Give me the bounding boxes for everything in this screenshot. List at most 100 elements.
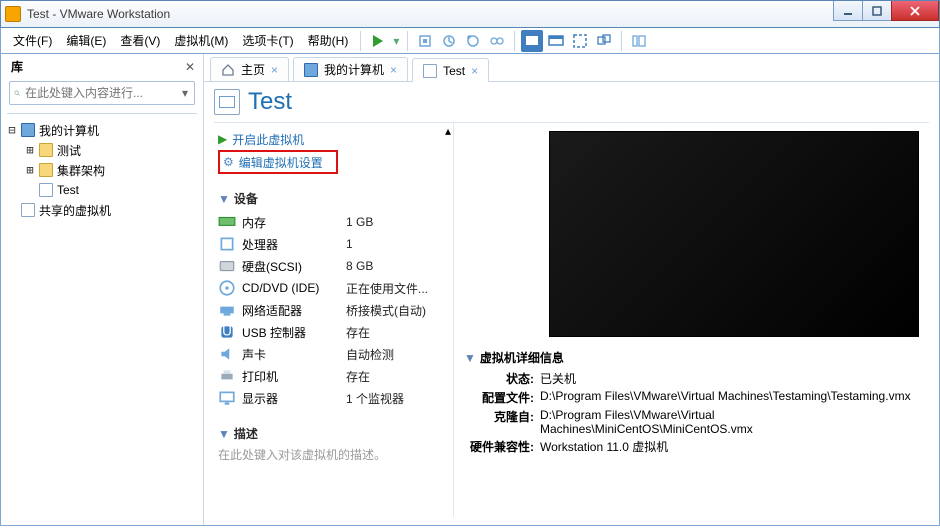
computer-icon bbox=[21, 123, 35, 137]
vm-page-icon bbox=[214, 89, 240, 115]
tab-close-icon[interactable]: × bbox=[471, 64, 478, 78]
detail-config-label: 配置文件: bbox=[464, 389, 534, 406]
printer-icon bbox=[218, 368, 236, 384]
search-icon bbox=[14, 87, 21, 100]
usb-icon: U bbox=[218, 324, 236, 340]
hdd-icon bbox=[218, 258, 236, 274]
detail-clone-label: 克隆自: bbox=[464, 408, 534, 436]
power-menu-caret-icon[interactable]: ▾ bbox=[393, 34, 401, 48]
tree-shared-vms[interactable]: 共享的虚拟机 bbox=[7, 200, 197, 220]
computer-icon bbox=[304, 63, 318, 77]
device-name: 内存 bbox=[242, 214, 346, 231]
quick-switch-icon[interactable] bbox=[545, 30, 567, 52]
tree-folder-cluster[interactable]: ⊞集群架构 bbox=[7, 160, 197, 180]
power-on-button[interactable] bbox=[367, 30, 389, 52]
maximize-button[interactable] bbox=[862, 1, 892, 21]
library-search[interactable]: ▾ bbox=[9, 81, 195, 105]
tab-strip: 主页 × 我的计算机 × Test × bbox=[204, 54, 939, 82]
device-name: 处理器 bbox=[242, 236, 346, 253]
cd-icon bbox=[218, 280, 236, 296]
device-value: 1 GB bbox=[346, 215, 373, 229]
device-row[interactable]: 处理器1 bbox=[218, 233, 447, 255]
device-row[interactable]: 网络适配器桥接模式(自动) bbox=[218, 299, 447, 321]
library-title: 库 bbox=[11, 58, 23, 75]
tab-test[interactable]: Test × bbox=[412, 58, 489, 82]
device-value: 1 bbox=[346, 237, 353, 251]
menu-vm[interactable]: 虚拟机(M) bbox=[168, 29, 234, 52]
device-name: 显示器 bbox=[242, 390, 346, 407]
library-close-button[interactable]: ✕ bbox=[185, 60, 195, 74]
net-icon bbox=[218, 302, 236, 318]
device-row[interactable]: CD/DVD (IDE)正在使用文件... bbox=[218, 277, 447, 299]
device-value: 正在使用文件... bbox=[346, 280, 428, 297]
tree-vm-test[interactable]: Test bbox=[7, 180, 197, 200]
play-icon: ▶ bbox=[218, 132, 227, 146]
scroll-up-icon[interactable]: ▴ bbox=[443, 125, 453, 136]
svg-text:U: U bbox=[222, 323, 232, 338]
device-value: 1 个监视器 bbox=[346, 390, 404, 407]
app-icon bbox=[5, 6, 21, 22]
vm-icon bbox=[423, 64, 437, 78]
folder-icon bbox=[39, 163, 53, 177]
device-name: 网络适配器 bbox=[242, 302, 346, 319]
menubar: 文件(F) 编辑(E) 查看(V) 虚拟机(M) 选项卡(T) 帮助(H) ▾ bbox=[0, 28, 940, 54]
device-value: 存在 bbox=[346, 368, 370, 385]
tab-close-icon[interactable]: × bbox=[390, 63, 397, 77]
collapse-caret-icon: ▼ bbox=[218, 427, 230, 441]
collapse-caret-icon: ▼ bbox=[464, 351, 476, 365]
console-view-icon[interactable] bbox=[521, 30, 543, 52]
power-on-vm-link[interactable]: ▶开启此虚拟机 bbox=[218, 129, 447, 149]
tab-home[interactable]: 主页 × bbox=[210, 57, 289, 81]
collapse-caret-icon: ▼ bbox=[218, 192, 230, 206]
search-dropdown-caret-icon[interactable]: ▾ bbox=[180, 86, 190, 100]
library-toggle-icon[interactable] bbox=[628, 30, 650, 52]
close-button[interactable] bbox=[891, 1, 939, 21]
device-row[interactable]: 显示器1 个监视器 bbox=[218, 387, 447, 409]
detail-config-value: D:\Program Files\VMware\Virtual Machines… bbox=[540, 389, 919, 406]
vm-icon bbox=[39, 183, 53, 197]
detail-hw-value: Workstation 11.0 虚拟机 bbox=[540, 438, 919, 455]
tree-my-computer[interactable]: ⊟我的计算机 bbox=[7, 120, 197, 140]
menu-edit[interactable]: 编辑(E) bbox=[60, 29, 112, 52]
unity-icon[interactable] bbox=[593, 30, 615, 52]
device-value: 8 GB bbox=[346, 259, 373, 273]
device-row[interactable]: 硬盘(SCSI)8 GB bbox=[218, 255, 447, 277]
description-header[interactable]: ▼描述 bbox=[218, 425, 447, 442]
cpu-icon bbox=[218, 236, 236, 252]
device-value: 存在 bbox=[346, 324, 370, 341]
device-row[interactable]: 内存1 GB bbox=[218, 211, 447, 233]
device-name: CD/DVD (IDE) bbox=[242, 281, 346, 295]
tab-close-icon[interactable]: × bbox=[271, 63, 278, 77]
detail-hw-label: 硬件兼容性: bbox=[464, 438, 534, 455]
menu-view[interactable]: 查看(V) bbox=[114, 29, 166, 52]
devices-header[interactable]: ▼设备 bbox=[218, 190, 447, 207]
suspend-icon[interactable] bbox=[414, 30, 436, 52]
library-search-input[interactable] bbox=[25, 86, 180, 100]
device-row[interactable]: U USB 控制器存在 bbox=[218, 321, 447, 343]
sound-icon bbox=[218, 346, 236, 362]
edit-vm-settings-link[interactable]: ⚙编辑虚拟机设置 bbox=[223, 152, 333, 172]
menu-help[interactable]: 帮助(H) bbox=[302, 29, 355, 52]
detail-clone-value: D:\Program Files\VMware\Virtual Machines… bbox=[540, 408, 919, 436]
library-tree: ⊟我的计算机 ⊞测试 ⊞集群架构 Test 共享的虚拟机 bbox=[1, 120, 203, 220]
device-name: USB 控制器 bbox=[242, 324, 346, 341]
device-row[interactable]: 打印机存在 bbox=[218, 365, 447, 387]
device-row[interactable]: 声卡自动检测 bbox=[218, 343, 447, 365]
window-titlebar: Test - VMware Workstation bbox=[0, 0, 940, 28]
tree-folder-test[interactable]: ⊞测试 bbox=[7, 140, 197, 160]
display-icon bbox=[218, 390, 236, 406]
minimize-button[interactable] bbox=[833, 1, 863, 21]
menu-file[interactable]: 文件(F) bbox=[7, 29, 58, 52]
snapshot-revert-icon[interactable] bbox=[462, 30, 484, 52]
device-value: 桥接模式(自动) bbox=[346, 302, 426, 319]
library-sidebar: 库 ✕ ▾ ⊟我的计算机 ⊞测试 ⊞集群架构 Test 共享的虚拟机 bbox=[1, 54, 204, 525]
vm-details-header[interactable]: ▼虚拟机详细信息 bbox=[464, 349, 919, 366]
snapshot-manager-icon[interactable] bbox=[486, 30, 508, 52]
description-placeholder[interactable]: 在此处键入对该虚拟机的描述。 bbox=[218, 446, 447, 463]
tab-my-computer[interactable]: 我的计算机 × bbox=[293, 57, 408, 81]
snapshot-icon[interactable] bbox=[438, 30, 460, 52]
menu-tabs[interactable]: 选项卡(T) bbox=[236, 29, 299, 52]
fullscreen-icon[interactable] bbox=[569, 30, 591, 52]
detail-state-label: 状态: bbox=[464, 370, 534, 387]
memory-icon bbox=[218, 214, 236, 230]
